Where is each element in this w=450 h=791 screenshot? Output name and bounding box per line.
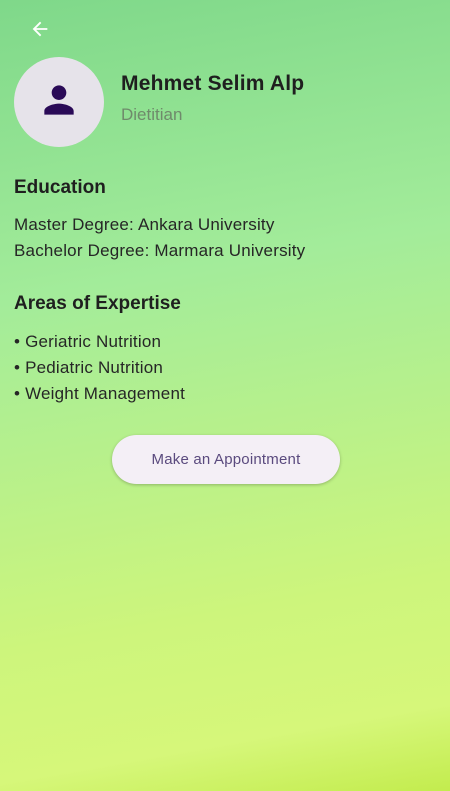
arrow-left-icon — [29, 18, 51, 45]
person-icon — [37, 78, 81, 127]
back-button[interactable] — [20, 14, 60, 48]
expertise-item: • Weight Management — [14, 384, 186, 403]
expertise-item: • Geriatric Nutrition — [14, 332, 162, 351]
education-item: Bachelor Degree: Marmara University — [14, 241, 306, 260]
avatar — [14, 57, 104, 147]
expertise-heading: Areas of Expertise — [14, 293, 181, 314]
profile-header: Mehmet Selim Alp Dietitian — [14, 57, 304, 147]
profile-title: Dietitian — [121, 104, 183, 124]
dietitian-profile-screen: Mehmet Selim Alp Dietitian Education Mas… — [0, 0, 450, 791]
profile-name: Mehmet Selim Alp — [121, 71, 305, 95]
make-appointment-button[interactable]: Make an Appointment — [112, 435, 340, 484]
expertise-item: • Pediatric Nutrition — [14, 358, 164, 377]
education-item: Master Degree: Ankara University — [14, 215, 275, 234]
education-heading: Education — [14, 177, 106, 198]
